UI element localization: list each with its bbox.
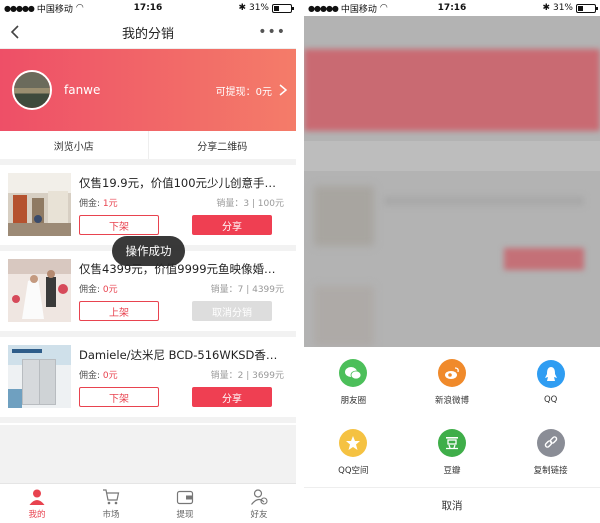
link-icon [536, 428, 565, 457]
nav-bar: 我的分销 ••• [0, 16, 296, 49]
carrier-label: 中国移动 [36, 4, 73, 15]
wallet-icon [176, 490, 194, 504]
share-qrcode-button[interactable]: 分享二维码 [149, 131, 297, 159]
cancel-distribution-button[interactable]: 取消分销 [192, 301, 272, 321]
share-qzone[interactable]: QQ空间 [304, 417, 403, 487]
cancel-button[interactable]: 取消 [304, 487, 600, 523]
more-icon[interactable]: ••• [258, 25, 286, 39]
battery-percent: 31% [248, 3, 269, 13]
share-wechat-moments[interactable]: 朋友圈 [304, 347, 403, 417]
share-label: QQ [543, 394, 558, 405]
chevron-right-icon[interactable] [278, 84, 288, 96]
wifi-icon: ◠ [379, 3, 388, 13]
share-button[interactable]: 分享 [192, 387, 272, 407]
share-douban[interactable]: 豆瓣 [403, 417, 502, 487]
tab-withdraw[interactable]: 提现 [148, 484, 222, 523]
wifi-icon: ◠ [75, 3, 84, 13]
tab-label: 我的 [28, 509, 46, 520]
share-weibo[interactable]: 新浪微博 [403, 347, 502, 417]
cart-icon [103, 488, 120, 504]
product-image[interactable] [8, 173, 71, 236]
withdraw-balance[interactable]: 可提现：0元 [216, 83, 272, 98]
page-title: 我的分销 [121, 26, 174, 42]
qq-icon [536, 359, 565, 388]
person-icon [29, 489, 45, 505]
product-image[interactable] [8, 345, 71, 408]
delist-button[interactable]: 下架 [79, 215, 159, 235]
username: fanwe [64, 83, 101, 97]
product-name[interactable]: 仅售4399元，价值9999元鱼映像婚… [79, 261, 284, 277]
product-name[interactable]: Damiele/达米尼 BCD-516WKSD香… [79, 347, 284, 363]
sales-info: 销量：7 | 4399元 [210, 285, 284, 295]
empty-area [0, 425, 296, 483]
douban-icon [437, 428, 466, 457]
tab-label: 提现 [176, 509, 194, 520]
shop-actions: 浏览小店 分享二维码 [0, 131, 296, 165]
profile-banner: fanwe 可提现：0元 [0, 49, 296, 131]
share-label: 新浪微博 [434, 395, 469, 406]
share-label: 复制链接 [533, 465, 568, 476]
product-image[interactable] [8, 259, 71, 322]
commission-label: 佣金: [79, 199, 101, 209]
share-sheet: 朋友圈 新浪微博 QQ QQ空间 豆瓣 复制链接 取消 [304, 347, 600, 523]
distribution-screen: ●●●●● 中国移动 ◠ 17:16 ✱ 31% 我的分销 ••• fanwe … [0, 0, 296, 523]
commission-label: 佣金: [79, 285, 101, 295]
tab-market[interactable]: 市场 [74, 484, 148, 523]
blurred-backdrop[interactable] [304, 16, 600, 347]
browse-shop-button[interactable]: 浏览小店 [0, 131, 149, 159]
commission-value: 0元 [102, 285, 118, 295]
commission-value: 1元 [102, 199, 118, 209]
weibo-icon [437, 358, 466, 387]
status-bar: ●●●●● 中国移动 ◠ 17:16 ✱ 31% [0, 0, 296, 16]
list-button[interactable]: 上架 [79, 301, 159, 321]
signal-icon: ●●●●● [4, 3, 35, 13]
friends-icon [251, 488, 268, 505]
status-bar: ●●●●● 中国移动 ◠ 17:16 ✱ 31% [304, 0, 600, 16]
share-label: 豆瓣 [443, 465, 461, 476]
product-name[interactable]: 仅售19.9元，价值100元少儿创意手… [79, 175, 284, 191]
toast-message: 操作成功 [112, 236, 185, 266]
sales-info: 销量：2 | 3699元 [210, 371, 284, 381]
battery-percent: 31% [552, 3, 573, 13]
back-icon[interactable] [8, 24, 24, 40]
tab-label: 好友 [250, 509, 268, 520]
battery-icon [272, 3, 294, 13]
product-item: Damiele/达米尼 BCD-516WKSD香… 佣金: 0元 销量：2 | … [0, 337, 296, 423]
tab-mine[interactable]: 我的 [0, 484, 74, 523]
qzone-icon [339, 428, 368, 457]
share-copy-link[interactable]: 复制链接 [501, 417, 600, 487]
delist-button[interactable]: 下架 [79, 387, 159, 407]
commission-label: 佣金: [79, 371, 101, 381]
commission-value: 0元 [102, 371, 118, 381]
share-sheet-screen: ●●●●● 中国移动 ◠ 17:16 ✱ 31% 朋友圈 新浪微博 QQ QQ空… [304, 0, 600, 523]
signal-icon: ●●●●● [308, 3, 339, 13]
status-time: 17:16 [437, 3, 467, 13]
sales-info: 销量：3 | 100元 [216, 199, 284, 209]
status-time: 17:16 [133, 3, 163, 13]
bluetooth-icon: ✱ [542, 3, 550, 13]
tab-friends[interactable]: 好友 [222, 484, 296, 523]
tab-label: 市场 [102, 509, 120, 520]
bluetooth-icon: ✱ [238, 3, 246, 13]
carrier-label: 中国移动 [340, 4, 377, 15]
wechat-moments-icon [339, 358, 368, 387]
avatar[interactable] [12, 70, 52, 110]
share-label: QQ空间 [338, 465, 369, 476]
share-qq[interactable]: QQ [501, 347, 600, 417]
share-label: 朋友圈 [340, 395, 367, 406]
tab-bar: 我的 市场 提现 好友 [0, 483, 296, 523]
battery-icon [576, 3, 598, 13]
share-button[interactable]: 分享 [192, 215, 272, 235]
screen-divider [296, 0, 304, 523]
